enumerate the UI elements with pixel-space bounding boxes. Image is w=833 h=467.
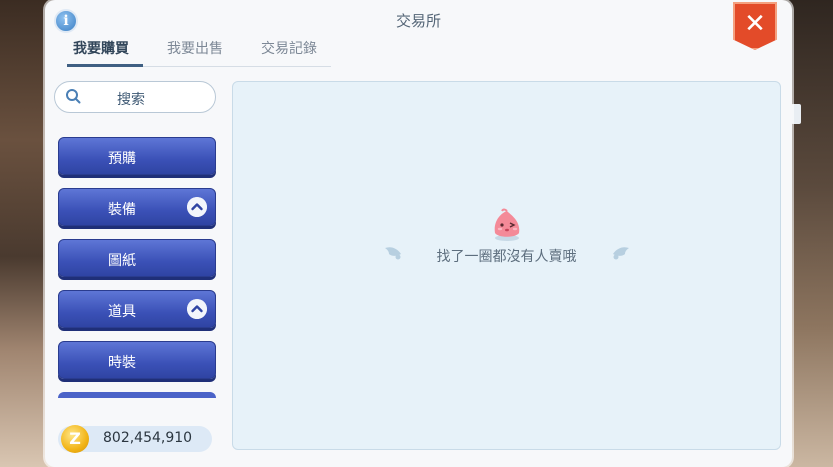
category-label: 預購 <box>108 151 136 167</box>
close-button[interactable]: ✕ <box>733 2 777 50</box>
category-list-fade <box>55 398 223 420</box>
search-button[interactable]: 搜索 <box>54 81 216 113</box>
chevron-up-icon <box>187 299 207 319</box>
tab-buy[interactable]: 我要購買 <box>73 38 129 58</box>
category-equipment-button[interactable]: 裝備 <box>58 188 216 226</box>
window-title: 交易所 <box>395 12 441 30</box>
wing-icon <box>613 247 629 260</box>
empty-results-message: 找了一圈都沒有人賣哦 <box>436 249 577 265</box>
category-blueprint-button[interactable]: 圖紙 <box>58 239 216 277</box>
search-label: 搜索 <box>117 92 145 108</box>
category-label: 裝備 <box>108 202 136 218</box>
active-tab-indicator <box>67 64 143 67</box>
results-panel: 找了一圈都沒有人賣哦 <box>232 81 781 450</box>
category-label: 圖紙 <box>108 253 136 269</box>
category-preorder-button[interactable]: 預購 <box>58 137 216 175</box>
zeny-amount: 802,454,910 <box>103 430 193 446</box>
background-detail <box>791 104 801 124</box>
tab-sell[interactable]: 我要出售 <box>167 38 223 58</box>
category-label: 道具 <box>108 304 136 320</box>
tab-history[interactable]: 交易記錄 <box>261 38 317 58</box>
category-fashion-button[interactable]: 時裝 <box>58 341 216 379</box>
exchange-window: i 交易所 ✕ 我要購買 我要出售 交易記錄 搜索 預購 裝備 圖紙 道具 時裝 <box>45 0 792 467</box>
search-icon <box>66 89 81 104</box>
category-label: 時裝 <box>108 355 136 371</box>
coin-icon: Z <box>61 425 89 453</box>
zeny-balance: Z 802,454,910 <box>58 425 212 453</box>
poring-mascot-icon <box>494 208 520 241</box>
category-items-button[interactable]: 道具 <box>58 290 216 328</box>
chevron-up-icon <box>187 197 207 217</box>
